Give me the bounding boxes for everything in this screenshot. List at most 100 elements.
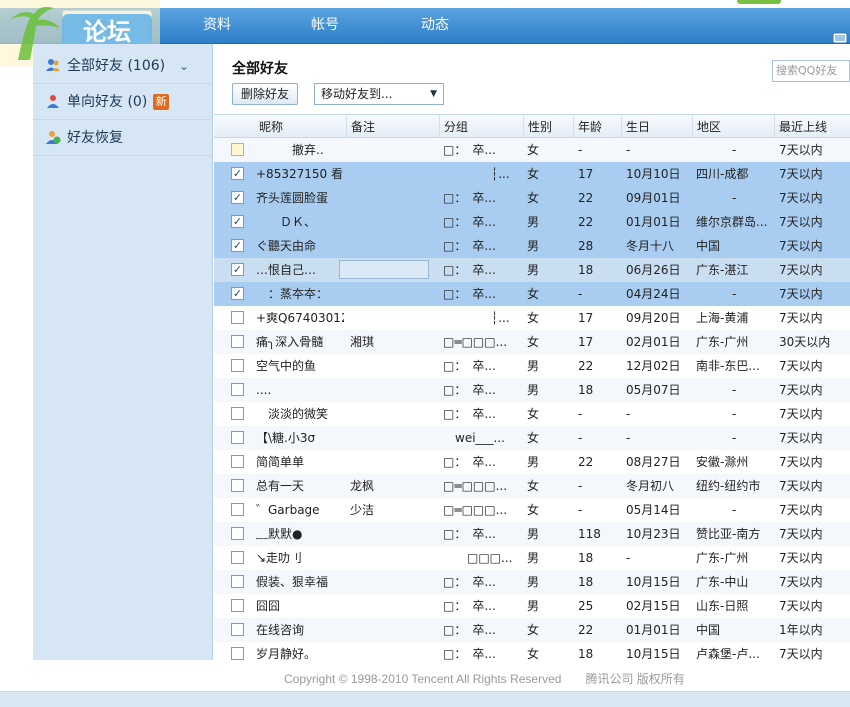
col-nickname[interactable]: 昵称 [255,115,283,139]
table-row[interactable]: 岁月静好。 □： 卒... 女 18 10月15日 卢森堡-卢... 7天以内 [214,642,850,660]
row-checkbox[interactable] [231,311,244,324]
cell-nickname[interactable]: ：蒸夲夲： [256,282,344,306]
table-row[interactable]: ✓ ぐ聽天由命 □： 卒... 男 28 冬月十八 中国 7天以内 [214,234,850,258]
tab-activity[interactable]: 动态 [390,8,480,44]
cell-nickname[interactable]: ぐ聽天由命 [256,234,344,258]
chevron-down-icon[interactable]: ⌄ [179,48,189,84]
table-row[interactable]: ↘走叻刂 □□□... 男 18 - 广东-广州 7天以内 [214,546,850,570]
col-sex[interactable]: 性别 [523,115,552,139]
bottom-bar [0,691,850,707]
table-row[interactable]: 假装、狠幸福 □： 卒... 男 18 10月15日 广东-中山 7天以内 [214,570,850,594]
tab-profile[interactable]: 资料 [172,8,262,44]
cell-nickname[interactable]: …恨自己… [256,258,344,282]
col-group[interactable]: 分组 [439,115,468,139]
table-row[interactable]: ﹏默默● □： 卒... 男 118 10月23日 赞比亚-南方 7天以内 [214,522,850,546]
table-row[interactable]: 在线咨询 □： 卒... 女 22 01月01日 中国 1年以内 [214,618,850,642]
table-row[interactable]: 【\糖.小3σ wei___... 女 - - - 7天以内 [214,426,850,450]
table-row[interactable]: ✓ ：蒸夲夲： □： 卒... 女 - 04月24日 - 7天以内 [214,282,850,306]
sidebar-item-all-friends[interactable]: 全部好友 (106) ⌄ [33,48,213,84]
row-checkbox[interactable] [231,503,244,516]
row-checkbox[interactable]: ✓ [231,215,244,228]
table-row[interactable]: 简简单单 □： 卒... 男 22 08月27日 安徽-滁州 7天以内 [214,450,850,474]
cell-nickname[interactable]: 齐头莲圆脸蛋 [256,186,344,210]
table-row[interactable]: 囧囧 □： 卒... 男 25 02月15日 山东-日照 7天以内 [214,594,850,618]
cell-remark: 龙枫 [350,479,375,493]
row-checkbox[interactable]: ✓ [231,167,244,180]
cell-nickname[interactable]: 【\糖.小3σ [256,426,344,450]
cell-nickname[interactable]: 空气中的鱼 [256,354,344,378]
cell-nickname[interactable]: 简简单单 [256,450,344,474]
row-checkbox[interactable] [231,647,244,660]
cell-nickname[interactable]: ゛Garbage [256,498,344,522]
tab-friends[interactable]: 好友 [62,10,152,46]
table-row[interactable]: 痛╮深入骨髓 湘琪 □═□□□... 女 17 02月01日 广东-广州 30天以内 [214,330,850,354]
row-checkbox[interactable] [231,359,244,372]
cell-group: □： 卒... [443,455,496,469]
cell-nickname[interactable]: +85327150 看F [256,162,344,186]
cell-birthday: 冬月初八 [626,479,675,493]
cell-nickname[interactable]: ﹏默默● [256,522,344,546]
table-row[interactable]: ゛Garbage 少洁 □═□□□... 女 - 05月14日 - 7天以内 [214,498,850,522]
row-checkbox[interactable]: ✓ [231,239,244,252]
row-checkbox[interactable] [231,383,244,396]
cell-age: 18 [578,647,594,660]
cell-birthday: 01月01日 [626,623,681,637]
cell-remark [350,522,436,546]
cell-region: 中国 [696,239,721,253]
cell-remark [350,618,436,642]
search-input[interactable]: 搜索QQ好友 [772,60,850,82]
table-row[interactable]: +爽Q67403012 ┆... 女 17 09月20日 上海-黄浦 7天以内 [214,306,850,330]
move-friend-select[interactable]: 移动好友到... ▼ [314,83,444,105]
col-last-online[interactable]: 最近上线 [774,115,827,139]
row-checkbox[interactable] [231,599,244,612]
row-checkbox[interactable] [231,407,244,420]
cell-nickname[interactable]: 总有一天 [256,474,344,498]
row-checkbox[interactable]: ✓ [231,263,244,276]
tv-icon[interactable] [832,30,848,46]
col-age[interactable]: 年龄 [573,115,602,139]
cell-birthday: - [626,551,631,565]
row-checkbox[interactable] [231,623,244,636]
cell-sex: 女 [527,407,540,421]
cell-nickname[interactable]: .... [256,378,344,402]
row-checkbox[interactable] [231,455,244,468]
cell-nickname[interactable]: 痛╮深入骨髓 [256,330,344,354]
col-birthday[interactable]: 生日 [621,115,650,139]
tab-account[interactable]: 帐号 [280,8,370,44]
row-checkbox[interactable] [231,143,244,156]
table-row[interactable]: .... □： 卒... 男 18 05月07日 - 7天以内 [214,378,850,402]
cell-nickname[interactable]: ↘走叻刂 [256,546,344,570]
table-row[interactable]: ✓ ＤＫ、 □： 卒... 男 22 01月01日 维尔京群岛... 7天以内 [214,210,850,234]
table-row[interactable]: 总有一天 龙枫 □═□□□... 女 - 冬月初八 纽约-纽约市 7天以内 [214,474,850,498]
row-checkbox[interactable]: ✓ [231,287,244,300]
cell-nickname[interactable]: 假装、狠幸福 [256,570,344,594]
row-checkbox[interactable] [231,575,244,588]
table-row[interactable]: 空气中的鱼 □： 卒... 男 22 12月02日 南非-东巴... 7天以内 [214,354,850,378]
cell-region: 卢森堡-卢... [696,647,760,660]
row-checkbox[interactable] [231,551,244,564]
row-checkbox[interactable] [231,479,244,492]
cell-nickname[interactable]: +爽Q67403012 [256,306,344,330]
row-checkbox[interactable] [231,431,244,444]
cell-nickname[interactable]: ＤＫ、 [256,210,344,234]
cell-nickname[interactable]: 囧囧 [256,594,344,618]
cell-birthday: 08月27日 [626,455,681,469]
col-region[interactable]: 地区 [692,115,721,139]
cell-nickname[interactable]: 撤弃.. [256,138,344,162]
sidebar-item-restore[interactable]: 好友恢复 [33,120,213,156]
col-remark[interactable]: 备注 [346,115,375,139]
row-checkbox[interactable]: ✓ [231,191,244,204]
table-row[interactable]: ✓ 齐头莲圆脸蛋 □： 卒... 女 22 09月01日 - 7天以内 [214,186,850,210]
sidebar-item-single-friends[interactable]: 单向好友 (0) 新 [33,84,213,120]
table-row[interactable]: ✓ …恨自己… □： 卒... 男 18 06月26日 广东-湛江 7天以内 [214,258,850,282]
table-row[interactable]: 撤弃.. □： 卒... 女 - - - 7天以内 [214,138,850,162]
table-row[interactable]: ✓ +85327150 看F ┆... 女 17 10月10日 四川-成都 7天以内 [214,162,850,186]
cell-nickname[interactable]: 岁月静好。 [256,642,344,660]
row-checkbox[interactable] [231,335,244,348]
delete-friend-button[interactable]: 删除好友 [232,83,299,105]
cell-nickname[interactable]: 在线咨询 [256,618,344,642]
row-checkbox[interactable] [231,527,244,540]
table-row[interactable]: 淡淡的微笑 □： 卒... 女 - - - 7天以内 [214,402,850,426]
cell-region: 山东-日照 [696,599,749,613]
cell-nickname[interactable]: 淡淡的微笑 [256,402,344,426]
